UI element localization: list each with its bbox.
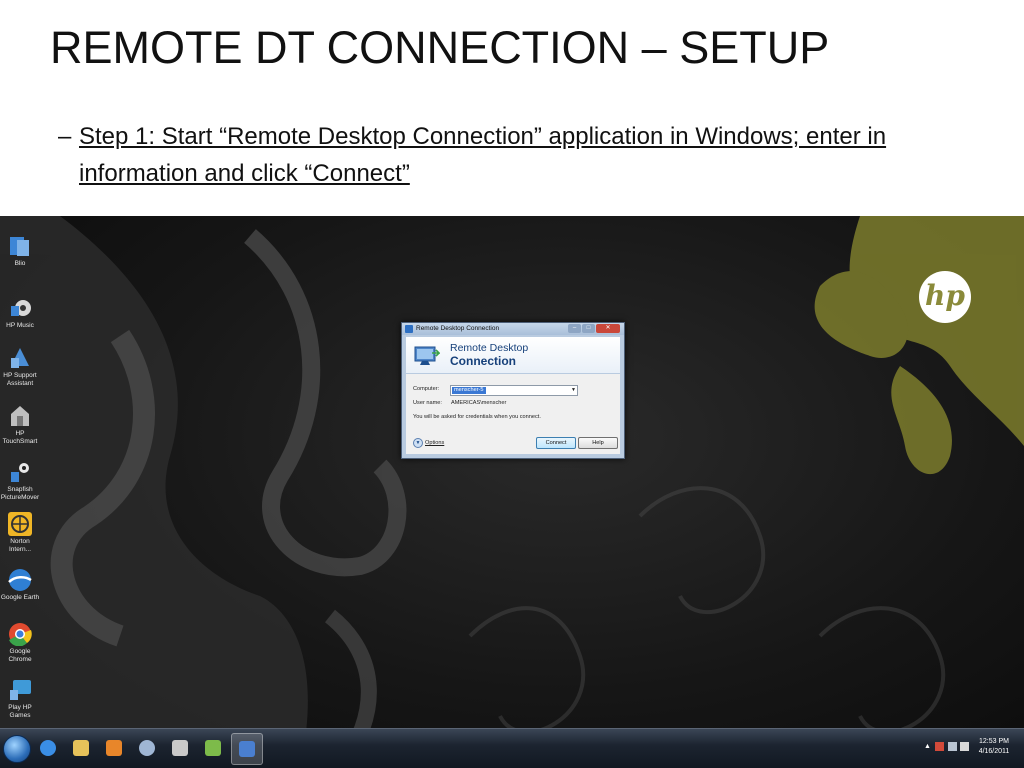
- remote-desktop-logo-icon: [414, 346, 440, 365]
- credentials-note: You will be asked for credentials when y…: [413, 414, 541, 420]
- desktop-icon-hp-games[interactable]: Play HP Games: [0, 678, 40, 720]
- desktop-icon-snapfish[interactable]: Snapfish PictureMover: [0, 460, 40, 502]
- dialog-title: Remote Desktop Connection: [416, 325, 500, 332]
- options-link[interactable]: Options: [425, 440, 444, 446]
- bullet-dash: –: [58, 123, 72, 150]
- snapfish-icon: [7, 460, 33, 484]
- minimize-button[interactable]: –: [568, 324, 581, 333]
- remote-desktop-icon: [239, 741, 255, 757]
- desktop-icon-label: HP Support Assistant: [3, 372, 37, 387]
- media-player-icon: [106, 740, 122, 756]
- connect-button[interactable]: Connect: [536, 437, 576, 449]
- clock-time: 12:53 PM: [979, 738, 1009, 745]
- username-label: User name:: [413, 400, 442, 406]
- taskbar-photo-app[interactable]: [198, 733, 228, 763]
- hp-support-icon: [7, 346, 33, 370]
- hp-logo-text: hp: [925, 279, 965, 312]
- remote-desktop-dialog: Remote Desktop Connection – □ ✕ Remote D…: [401, 322, 625, 459]
- taskbar-clock[interactable]: 12:53 PM 4/16/2011: [972, 737, 1016, 757]
- desktop-icon-label: Snapfish PictureMover: [0, 486, 40, 501]
- step-text: Step 1: Start “Remote Desktop Connection…: [79, 123, 887, 187]
- options-expand-icon[interactable]: ▼: [413, 438, 423, 448]
- dialog-banner: Remote Desktop Connection: [406, 337, 620, 373]
- dialog-body: Computer: menscher-5 ▼ User name: AMERIC…: [406, 374, 620, 454]
- desktop-icon-label: HP Music: [6, 322, 34, 329]
- hp-games-icon: [7, 678, 33, 702]
- internet-explorer-icon: [40, 740, 56, 756]
- desktop-icon-label: Norton Intern...: [8, 538, 32, 553]
- help-button[interactable]: Help: [578, 437, 618, 449]
- desktop-icon-blio[interactable]: Blio: [0, 234, 40, 268]
- desktop-icon-label: Google Earth: [0, 594, 40, 601]
- photo-icon: [205, 740, 221, 756]
- desktop-icon-hp-support[interactable]: HP Support Assistant: [0, 346, 40, 388]
- desktop-icon-hp-music[interactable]: HP Music: [0, 296, 40, 330]
- remote-desktop-icon: [405, 325, 413, 333]
- tray-volume-icon[interactable]: [960, 742, 969, 751]
- desktop-icon-google-earth[interactable]: Google Earth: [0, 568, 40, 602]
- taskbar-internet-explorer[interactable]: [33, 733, 63, 763]
- desktop-icon-label: Blio: [14, 260, 26, 267]
- show-hidden-icons-button[interactable]: ▲: [924, 743, 931, 768]
- norton-icon: [7, 512, 33, 536]
- computer-label: Computer:: [413, 386, 440, 392]
- wallpaper-pattern: [0, 216, 1024, 768]
- start-button[interactable]: [3, 735, 31, 763]
- desktop-icon-label: Play HP Games: [8, 704, 32, 719]
- banner-line2: Connection: [450, 354, 516, 368]
- desktop-icon-label: Google Chrome: [8, 648, 32, 663]
- blio-icon: [7, 234, 33, 258]
- clock-date: 4/16/2011: [978, 748, 1010, 755]
- desktop-icon-label: HP TouchSmart: [2, 430, 38, 445]
- chevron-down-icon[interactable]: ▼: [571, 386, 576, 395]
- hp-touchsmart-icon: [7, 404, 33, 428]
- banner-line1: Remote Desktop: [450, 342, 529, 354]
- step-bullet: – Step 1: Start “Remote Desktop Connecti…: [58, 118, 988, 192]
- dialog-titlebar[interactable]: Remote Desktop Connection – □ ✕: [402, 323, 624, 335]
- folder-icon: [73, 740, 89, 756]
- maximize-button[interactable]: □: [582, 324, 595, 333]
- chrome-icon: [7, 622, 33, 647]
- hp-app-icon: [172, 740, 188, 756]
- tray-network-icon[interactable]: [948, 742, 957, 751]
- taskbar: ▲ 12:53 PM 4/16/2011: [0, 728, 1024, 768]
- computer-combobox[interactable]: menscher-5 ▼: [450, 385, 578, 396]
- google-earth-icon: [7, 568, 33, 592]
- desktop-screenshot: Blio HP Music HP Support Assistant HP To…: [0, 216, 1024, 768]
- taskbar-media-player[interactable]: [99, 733, 129, 763]
- taskbar-hp-app[interactable]: [165, 733, 195, 763]
- slide-title: REMOTE DT CONNECTION – SETUP: [50, 22, 830, 73]
- network-icon: [139, 740, 155, 756]
- desktop-icon-norton[interactable]: Norton Intern...: [0, 512, 40, 554]
- computer-value: menscher-5: [452, 387, 486, 394]
- taskbar-network-tool[interactable]: [132, 733, 162, 763]
- desktop-icon-chrome[interactable]: Google Chrome: [0, 622, 40, 664]
- username-value: AMERICAS\menscher: [451, 400, 507, 406]
- close-button[interactable]: ✕: [596, 324, 620, 333]
- taskbar-file-explorer[interactable]: [66, 733, 96, 763]
- desktop-icon-hp-touchsmart[interactable]: HP TouchSmart: [0, 404, 40, 446]
- hp-music-icon: [7, 296, 33, 320]
- taskbar-remote-desktop[interactable]: [231, 733, 263, 765]
- hp-logo: hp: [919, 271, 971, 323]
- tray-flag-icon[interactable]: [935, 742, 944, 751]
